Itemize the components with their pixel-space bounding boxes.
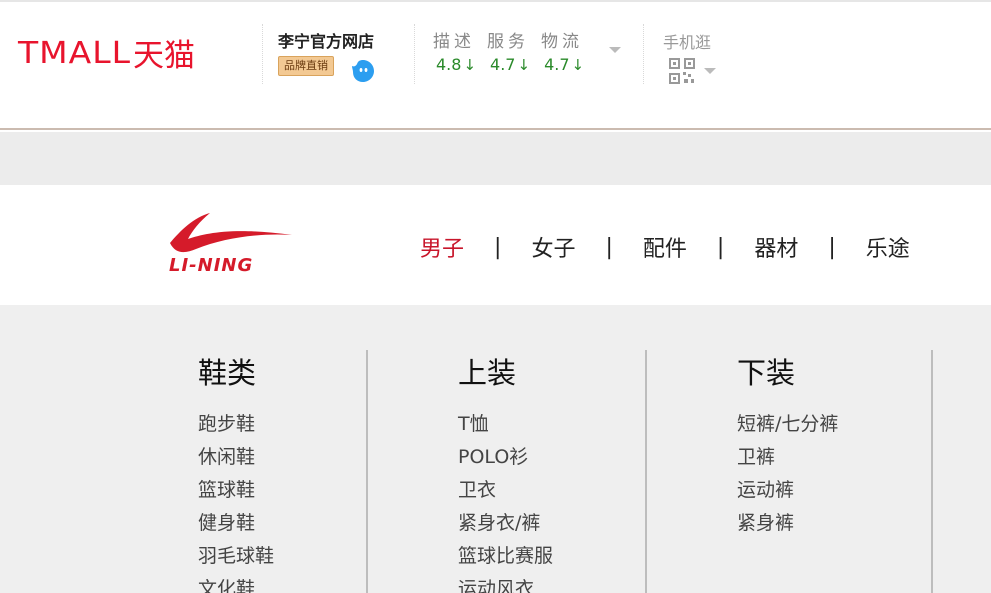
nav-item-accessories[interactable]: 配件	[643, 231, 687, 263]
nav-item-men[interactable]: 男子	[420, 231, 464, 263]
category-link[interactable]: 短裤/七分裤	[737, 408, 838, 441]
rating-value-logistics: 4.7 ↓	[544, 55, 584, 74]
lining-logo-text: LI-NING	[169, 255, 253, 275]
rating-label-service: 服务	[487, 32, 529, 52]
rating-label-description: 描述	[433, 32, 475, 52]
category-link[interactable]: 篮球比赛服	[458, 540, 553, 573]
category-link[interactable]: 羽毛球鞋	[198, 540, 274, 573]
mobile-shop-label[interactable]: 手机逛	[663, 29, 711, 53]
category-link[interactable]: 跑步鞋	[198, 408, 274, 441]
category-link[interactable]: 健身鞋	[198, 507, 274, 540]
category-link[interactable]: 休闲鞋	[198, 441, 274, 474]
category-link[interactable]: 运动风衣	[458, 573, 553, 593]
category-title[interactable]: 上装	[458, 350, 553, 392]
arrow-down-icon: ↓	[571, 55, 585, 74]
category-link[interactable]: 篮球鞋	[198, 474, 274, 507]
lining-logo[interactable]: LI-NING	[166, 209, 296, 275]
rating-score: 4.7	[490, 55, 516, 74]
rating-score: 4.8	[436, 55, 462, 74]
category-link[interactable]: 紧身衣/裤	[458, 507, 553, 540]
category-link[interactable]: 紧身裤	[737, 507, 838, 540]
category-link[interactable]: 卫衣	[458, 474, 553, 507]
category-nav: 男子 | 女子 | 配件 | 器材 | 乐途	[420, 231, 910, 263]
category-list: T恤 POLO衫 卫衣 紧身衣/裤 篮球比赛服 运动风衣	[458, 408, 553, 593]
arrow-down-icon: ↓	[463, 55, 477, 74]
column-divider	[931, 350, 933, 593]
nav-item-letu[interactable]: 乐途	[866, 231, 910, 263]
qr-code-icon[interactable]	[669, 58, 695, 84]
rating-score: 4.7	[544, 55, 570, 74]
wangwang-icon[interactable]	[350, 58, 376, 84]
arrow-down-icon: ↓	[517, 55, 531, 74]
brand-nav: LI-NING 男子 | 女子 | 配件 | 器材 | 乐途	[0, 185, 991, 305]
category-column-tops: 上装 T恤 POLO衫 卫衣 紧身衣/裤 篮球比赛服 运动风衣	[458, 350, 553, 593]
category-link[interactable]: 文化鞋	[198, 573, 274, 593]
nav-separator: |	[828, 234, 836, 260]
category-link[interactable]: 卫裤	[737, 441, 838, 474]
shop-name[interactable]: 李宁官方网店	[278, 28, 374, 52]
column-divider	[366, 350, 368, 593]
tmall-logo-cn: 天猫	[132, 37, 195, 74]
nav-item-equipment[interactable]: 器材	[754, 231, 798, 263]
category-title[interactable]: 下装	[737, 350, 838, 392]
category-column-shoes: 鞋类 跑步鞋 休闲鞋 篮球鞋 健身鞋 羽毛球鞋 文化鞋	[198, 350, 274, 593]
category-list: 短裤/七分裤 卫裤 运动裤 紧身裤	[737, 408, 838, 540]
category-column-bottoms: 下装 短裤/七分裤 卫裤 运动裤 紧身裤	[737, 350, 838, 540]
category-link[interactable]: POLO衫	[458, 441, 553, 474]
rating-value-service: 4.7 ↓	[490, 55, 530, 74]
nav-separator: |	[494, 234, 502, 260]
nav-item-women[interactable]: 女子	[531, 231, 575, 263]
category-link[interactable]: 运动裤	[737, 474, 838, 507]
header-divider	[643, 24, 644, 84]
rating-value-description: 4.8 ↓	[436, 55, 476, 74]
chevron-down-icon[interactable]	[609, 47, 621, 53]
category-link[interactable]: T恤	[458, 408, 553, 441]
rating-label-logistics: 物流	[541, 32, 583, 52]
column-divider	[645, 350, 647, 593]
rating-values: 4.8 ↓ 4.7 ↓ 4.7 ↓	[436, 55, 584, 74]
brand-badge: 品牌直销	[278, 56, 334, 76]
tmall-logo-latin: TMALL	[18, 34, 131, 70]
header-divider	[262, 24, 263, 84]
nav-separator: |	[605, 234, 613, 260]
header-divider	[414, 24, 415, 84]
category-title[interactable]: 鞋类	[198, 350, 274, 392]
rating-labels: 描述 服务 物流	[433, 27, 583, 52]
nav-separator: |	[716, 234, 725, 260]
chevron-down-icon[interactable]	[704, 68, 716, 74]
spacer-band	[0, 132, 991, 185]
tmall-logo[interactable]: TMALL 天猫	[18, 32, 195, 74]
category-list: 跑步鞋 休闲鞋 篮球鞋 健身鞋 羽毛球鞋 文化鞋	[198, 408, 274, 593]
category-panel: 鞋类 跑步鞋 休闲鞋 篮球鞋 健身鞋 羽毛球鞋 文化鞋 上装 T恤 POLO衫 …	[0, 305, 991, 593]
shop-header: TMALL 天猫 李宁官方网店 品牌直销 描述 服务 物流 4.8 ↓ 4.7 ↓ …	[0, 2, 991, 130]
